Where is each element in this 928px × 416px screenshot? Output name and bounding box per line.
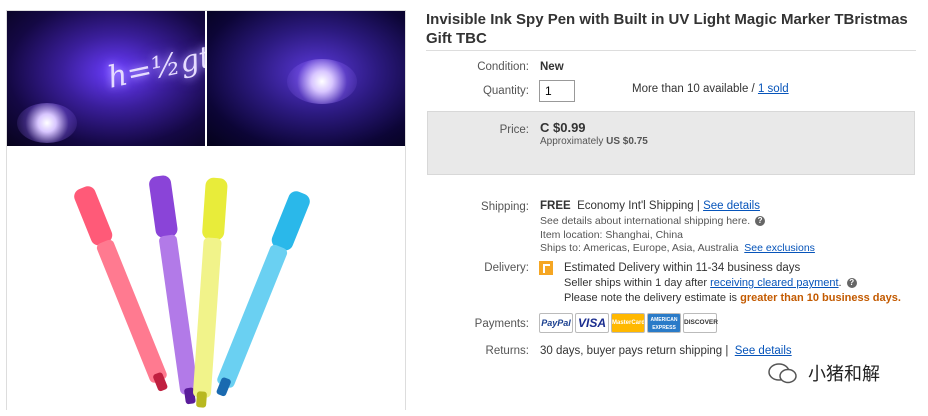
condition-value: New	[540, 61, 564, 73]
listing-title: Invisible Ink Spy Pen with Built in UV L…	[426, 11, 908, 47]
returns-label: Returns:	[485, 345, 529, 357]
uv-writing-photo[interactable]: h=½gt²	[7, 11, 205, 146]
paypal-logo: PayPal	[539, 313, 573, 333]
sold-count-link[interactable]: 1 sold	[758, 83, 789, 95]
payments-label: Payments:	[474, 318, 529, 330]
seller-ships-row: Seller ships within 1 day after receivin…	[564, 277, 857, 289]
amex-logo: AMERICAN EXPRESS	[647, 313, 681, 333]
uv-light-glow	[17, 103, 77, 143]
blue-pen	[216, 191, 310, 397]
pens-illustration	[74, 175, 310, 408]
shipping-free: FREE	[540, 200, 571, 212]
help-icon[interactable]: ?	[846, 278, 857, 289]
availability-row: More than 10 available / 1 sold	[632, 83, 789, 95]
product-image-gallery[interactable]: h=½gt²	[6, 10, 406, 410]
see-exclusions-link[interactable]: See exclusions	[744, 242, 815, 254]
shipping-main: FREE Economy Int'l Shipping | See detail…	[540, 200, 760, 212]
uv-pen-glow	[287, 59, 357, 104]
price-value: C $0.99	[540, 120, 586, 135]
quantity-label: Quantity:	[482, 85, 529, 97]
uv-formula-text: h=½gt²	[104, 37, 205, 96]
condition-label: Condition:	[477, 61, 529, 73]
returns-details-link[interactable]: See details	[735, 345, 792, 357]
delivery-estimate: Estimated Delivery within 11-34 business…	[564, 262, 801, 274]
uv-pen-light-photo[interactable]	[207, 11, 405, 146]
pens-product-photo[interactable]	[7, 148, 405, 410]
delivery-label: Delivery:	[484, 262, 529, 274]
availability-text: More than 10 available /	[632, 83, 755, 95]
ships-to-row: Ships to: Americas, Europe, Asia, Austra…	[540, 242, 815, 254]
price-label: Price:	[499, 124, 529, 136]
item-location-row: Item location: Shanghai, China	[540, 229, 683, 241]
item-location-label: Item location:	[540, 229, 603, 241]
delivery-note-row: Please note the delivery estimate is gre…	[564, 292, 901, 304]
approx-prefix: Approximately	[540, 136, 604, 147]
intl-shipping-note: See details about international shipping…	[540, 215, 751, 227]
seller-ships-text: Seller ships within 1 day after	[564, 277, 708, 289]
delivery-note-prefix: Please note the delivery estimate is	[564, 292, 738, 304]
discover-logo: DISCOVER	[683, 313, 718, 333]
delivery-note-emphasis: greater than 10 business days.	[740, 292, 901, 304]
approx-usd-value: US $0.75	[606, 136, 648, 147]
shipping-label: Shipping:	[481, 201, 529, 213]
intl-shipping-note-row: See details about international shipping…	[540, 215, 766, 227]
approx-price: Approximately US $0.75	[540, 136, 648, 147]
delivery-flag-icon	[539, 261, 553, 275]
shipping-details-link[interactable]: See details	[703, 200, 760, 212]
shipping-method: Economy Int'l Shipping |	[577, 200, 700, 212]
title-divider	[426, 50, 916, 51]
ships-to-value: Americas, Europe, Asia, Australia	[583, 242, 739, 254]
item-location-value: Shanghai, China	[605, 229, 684, 241]
returns-policy: 30 days, buyer pays return shipping |	[540, 345, 729, 357]
wechat-icon	[768, 363, 797, 384]
quantity-input[interactable]	[539, 80, 575, 102]
ships-to-label: Ships to:	[540, 242, 581, 254]
watermark-text: 小猪和解	[808, 364, 880, 384]
cleared-payment-link[interactable]: receiving cleared payment	[710, 277, 838, 289]
mastercard-logo: MasterCard	[611, 313, 645, 333]
returns-row: 30 days, buyer pays return shipping | Se…	[540, 345, 792, 357]
visa-logo: VISA	[575, 313, 609, 333]
help-icon[interactable]: ?	[755, 216, 766, 227]
price-panel	[427, 111, 915, 175]
